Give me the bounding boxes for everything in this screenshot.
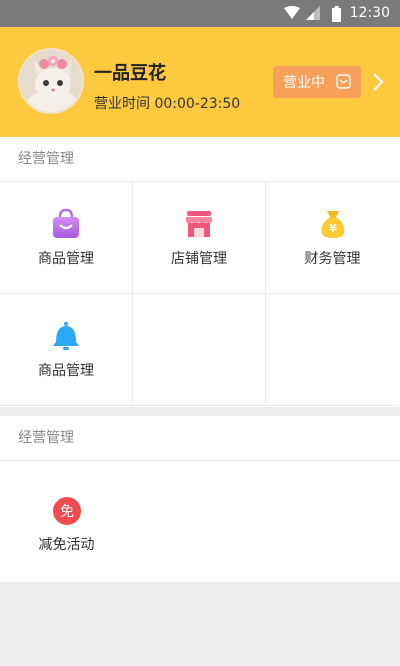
grid-item-finance-management[interactable]: ¥ 财务管理 xyxy=(266,182,399,294)
chevron-right-icon[interactable] xyxy=(372,72,384,92)
cat-avatar-icon xyxy=(20,50,82,112)
storefront-icon xyxy=(186,211,212,237)
grid-item-label: 财务管理 xyxy=(304,251,361,267)
grid-item-label: 减免活动 xyxy=(38,537,95,553)
free-badge-icon: 免 xyxy=(52,497,81,525)
grid-empty-cell xyxy=(266,294,399,406)
grid-item-label: 店铺管理 xyxy=(171,251,227,267)
status-bar: 12:30 xyxy=(0,0,400,27)
svg-text:免: 免 xyxy=(60,504,74,520)
promotion-section: 经营管理 免 减免活动 xyxy=(0,416,400,582)
business-status-label: 营业中 xyxy=(283,75,325,91)
svg-text:¥: ¥ xyxy=(329,222,337,235)
business-management-section: 经营管理 商品管理 店铺管理 ¥ 财务管理 商品管理 xyxy=(0,137,400,407)
grid-item-notification[interactable]: 商品管理 xyxy=(0,294,133,406)
grid-empty-cell xyxy=(133,294,266,406)
message-icon xyxy=(336,74,351,89)
business-status-button[interactable]: 营业中 xyxy=(273,66,361,98)
section-title: 经营管理 xyxy=(0,416,400,461)
section-title: 经营管理 xyxy=(0,137,400,182)
clock: 12:30 xyxy=(349,5,390,21)
business-hours: 营业时间 00:00-23:50 xyxy=(94,96,241,112)
wifi-icon xyxy=(284,6,300,19)
grid-item-label: 商品管理 xyxy=(38,251,94,267)
shop-avatar[interactable] xyxy=(18,48,84,114)
shopping-bag-icon xyxy=(53,208,79,238)
shop-name: 一品豆花 xyxy=(94,63,166,84)
shop-header: 一品豆花 营业时间 00:00-23:50 营业中 xyxy=(0,27,400,137)
cellular-signal-icon xyxy=(306,6,320,20)
grid-item-label: 商品管理 xyxy=(38,363,94,379)
battery-icon xyxy=(332,6,341,22)
grid-item-discount-activity[interactable]: 免 减免活动 xyxy=(0,461,133,573)
grid-item-store-management[interactable]: 店铺管理 xyxy=(133,182,266,294)
bell-icon xyxy=(53,322,79,350)
grid-item-product-management[interactable]: 商品管理 xyxy=(0,182,133,294)
money-bag-icon: ¥ xyxy=(321,211,344,238)
